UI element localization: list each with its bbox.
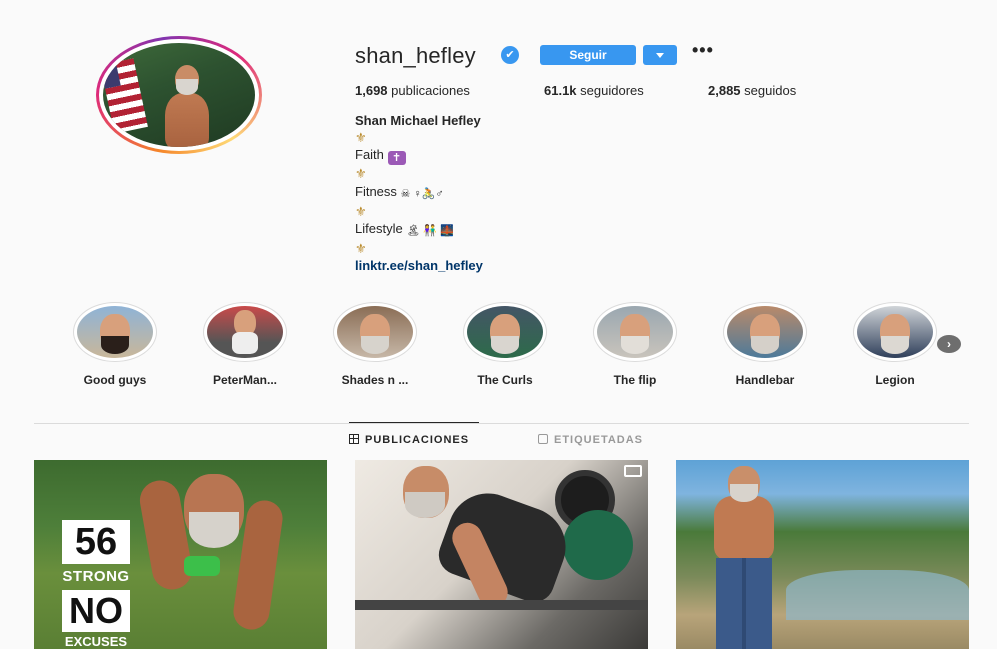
post-figure-shoe	[184, 556, 220, 576]
story-highlight-good-guys[interactable]: Good guys	[65, 302, 165, 387]
avatar-person	[161, 65, 213, 147]
full-name: Shan Michael Hefley	[355, 113, 481, 128]
avatar-photo	[103, 43, 255, 147]
story-label: Handlebar	[735, 373, 795, 387]
story-label: The Curls	[477, 373, 533, 387]
stories-next-arrow-icon[interactable]: ›	[937, 335, 961, 353]
story-highlight-the-flip[interactable]: The flip	[585, 302, 685, 387]
story-ring	[203, 302, 287, 362]
story-shirt	[232, 332, 258, 354]
overlay-text-no: NO	[62, 590, 130, 632]
river-image	[786, 570, 969, 620]
follow-button[interactable]: Seguir	[540, 45, 636, 65]
tabs-divider	[34, 423, 969, 424]
bio-lifestyle-text: Lifestyle	[355, 221, 403, 237]
story-highlight-the-curls[interactable]: The Curls	[455, 302, 555, 387]
story-ring	[73, 302, 157, 362]
bio-link[interactable]: linktr.ee/shan_hefley	[355, 257, 483, 274]
followers-count[interactable]: 61.1k seguidores	[544, 83, 644, 98]
avatar-inner	[99, 39, 259, 151]
overlay-text-excuses: EXCUSES	[64, 634, 128, 649]
overlay-text-56: 56	[62, 520, 130, 564]
fitness-emojis-icon: ☠ ♀🚴♂	[400, 187, 444, 200]
avatar-torso	[165, 93, 209, 147]
bio-fitness-text: Fitness	[355, 183, 397, 199]
latin-cross-emoji-icon: ✝	[387, 151, 406, 166]
flag-image	[103, 58, 148, 134]
profile-username: shan_hefley	[355, 43, 476, 68]
post-thumbnail-2[interactable]	[355, 460, 648, 649]
story-beard	[361, 336, 389, 354]
story-ring	[723, 302, 807, 362]
post-figure-beard	[730, 484, 758, 502]
story-thumbnail	[207, 306, 283, 358]
story-label: Shades n ...	[341, 373, 409, 387]
following-count-value: 2,885	[708, 83, 741, 98]
story-thumbnail	[597, 306, 673, 358]
story-highlight-peterman[interactable]: PeterMan...	[195, 302, 295, 387]
fleur-de-lis-icon: ⚜	[355, 166, 367, 182]
posts-count-value: 1,698	[355, 83, 388, 98]
followers-count-value: 61.1k	[544, 83, 577, 98]
gym-bench-image	[355, 600, 648, 610]
tab-publicaciones-label: PUBLICACIONES	[365, 434, 470, 446]
fleur-de-lis-icon: ⚜	[355, 241, 367, 257]
story-highlight-legion[interactable]: Legion	[845, 302, 945, 387]
verified-badge-icon: ✔	[501, 46, 519, 64]
posts-count: 1,698 publicaciones	[355, 83, 470, 98]
story-thumbnail	[77, 306, 153, 358]
post-thumbnail-3[interactable]	[676, 460, 969, 649]
following-count-label: seguidos	[740, 83, 797, 98]
story-beard	[621, 336, 649, 354]
post-figure-jeans	[716, 558, 772, 649]
tab-publicaciones[interactable]: PUBLICACIONES	[349, 434, 469, 446]
bio-faith-text: Faith	[355, 147, 384, 163]
story-thumbnail	[467, 306, 543, 358]
story-thumbnail	[337, 306, 413, 358]
overlay-text-strong: STRONG	[62, 568, 130, 585]
video-icon	[624, 465, 642, 477]
tab-etiquetadas-label: ETIQUETADAS	[554, 434, 644, 446]
story-label: Legion	[875, 373, 915, 387]
bio-line-lifestyle: Lifestyle 🏝 👫 🌉	[355, 220, 483, 240]
bio-line-faith: Faith ✝	[355, 146, 483, 166]
post-figure-beard	[405, 492, 445, 518]
story-beard	[751, 336, 779, 354]
post-thumbnail-1[interactable]: 56 STRONG NO EXCUSES	[34, 460, 327, 649]
story-beard	[881, 336, 909, 354]
fleur-de-lis-icon: ⚜	[355, 130, 367, 146]
weight-plate-image	[563, 510, 633, 580]
profile-avatar[interactable]	[96, 36, 262, 154]
fleur-de-lis-icon: ⚜	[355, 203, 367, 219]
story-highlight-handlebar[interactable]: Handlebar	[715, 302, 815, 387]
bio-line-fitness: Fitness ☠ ♀🚴♂	[355, 183, 483, 203]
following-count[interactable]: 2,885 seguidos	[708, 83, 796, 98]
profile-bio: Shan Michael Hefley ⚜ Faith ✝ ⚜ Fitness …	[355, 112, 483, 275]
story-ring	[593, 302, 677, 362]
story-thumbnail	[857, 306, 933, 358]
tab-etiquetadas[interactable]: ETIQUETADAS	[538, 434, 643, 446]
story-highlight-shades[interactable]: Shades n ...	[325, 302, 425, 387]
post-figure-torso	[714, 496, 774, 560]
active-tab-indicator	[349, 422, 479, 423]
story-ring	[463, 302, 547, 362]
story-ring	[853, 302, 937, 362]
story-label: Good guys	[83, 373, 147, 387]
grid-icon	[349, 434, 359, 444]
suggestions-dropdown-button[interactable]	[643, 45, 677, 65]
story-beard	[491, 336, 519, 354]
story-label: PeterMan...	[212, 373, 278, 387]
tagged-icon	[538, 434, 548, 444]
lifestyle-emojis-icon: 🏝 👫 🌉	[406, 225, 454, 238]
followers-count-label: seguidores	[576, 83, 644, 98]
story-ring	[333, 302, 417, 362]
story-beard	[101, 336, 129, 354]
posts-count-label: publicaciones	[387, 83, 470, 98]
story-thumbnail	[727, 306, 803, 358]
post-figure-beard	[189, 512, 239, 548]
more-options-icon[interactable]: •••	[692, 40, 714, 61]
story-label: The flip	[613, 373, 657, 387]
avatar-beard	[176, 79, 198, 95]
